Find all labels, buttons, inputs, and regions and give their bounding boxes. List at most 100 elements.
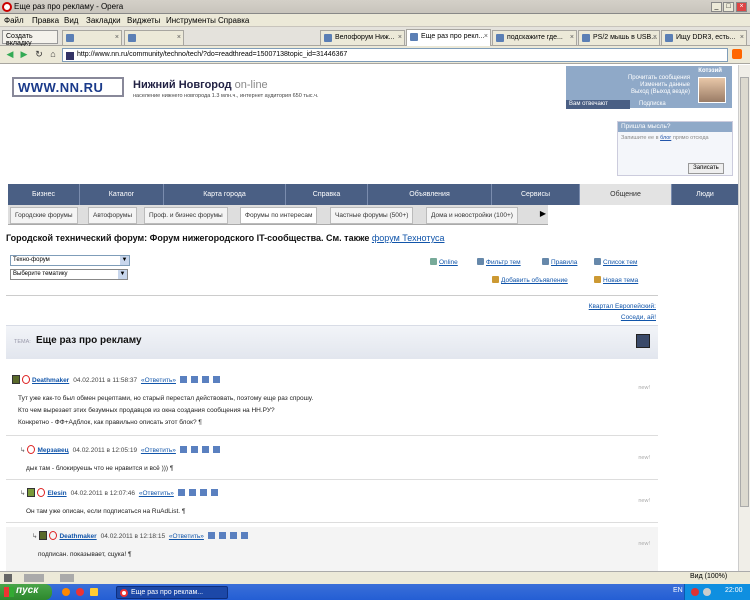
panel-toggle-icon[interactable] [4,574,12,582]
quarter-link[interactable]: Квартал Европейский: [589,301,656,312]
search-icon[interactable] [229,532,237,539]
tab-velo-forum[interactable]: Велофорум Ниж... × [320,30,405,45]
language-indicator[interactable]: EN [673,587,683,594]
more-arrow-icon[interactable]: ▶ [540,209,546,218]
tab-close-icon[interactable]: × [570,34,574,41]
tab-close-icon[interactable]: × [115,34,119,41]
subnav-city-forums[interactable]: Городские форумы [10,207,78,224]
post-author[interactable]: Мерзавец [37,447,68,454]
search-icon[interactable] [201,376,209,383]
menu-bookmarks[interactable]: Закладки [86,16,121,25]
tab-advice[interactable]: подскажите где... × [492,30,577,45]
rules-link[interactable]: Правила [542,258,577,266]
mail-icon[interactable] [179,446,187,453]
tab-subscription[interactable]: Подписка [636,100,686,109]
neighbors-link[interactable]: Соседи, ай! [589,312,656,323]
view-menu-icon[interactable] [24,574,44,582]
menu-file[interactable]: Файл [4,16,24,25]
arrow-icon[interactable] [212,376,220,383]
tab-close-icon[interactable]: × [740,34,744,41]
nav-people[interactable]: Люди [672,184,738,205]
tab-replies[interactable]: Вам отвечают [566,100,630,109]
tray-icon[interactable] [691,588,699,596]
read-messages-link[interactable]: Прочитать сообщения [628,75,690,82]
maximize-button[interactable]: □ [723,2,734,12]
filter-link[interactable]: Фильтр тем [477,258,521,266]
reply-link[interactable]: «Ответить» [139,490,174,497]
tab-close-icon[interactable]: × [653,34,657,41]
new-topic-link[interactable]: Новая тема [594,276,638,284]
technotus-forum-link[interactable]: форум Технотуса [372,233,445,243]
mail-icon[interactable] [177,489,185,496]
folder-icon[interactable] [90,588,98,596]
close-button[interactable]: × [736,2,747,12]
subnav-interest-forums[interactable]: Форумы по интересам [240,207,318,224]
grid-icon[interactable] [188,489,196,496]
rss-icon[interactable] [732,49,742,59]
logout-link[interactable]: Выход (Выход везде) [628,89,690,96]
arrow-icon[interactable] [240,532,248,539]
add-ad-link[interactable]: Добавить объявление [492,276,568,284]
author-icon[interactable] [636,334,650,348]
menu-widgets[interactable]: Виджеты [127,16,160,25]
avatar[interactable] [698,77,726,103]
edit-profile-link[interactable]: Изменить данные [628,82,690,89]
zoom-level[interactable]: Вид (100%) [690,573,727,580]
subnav-auto-forums[interactable]: Автофорумы [88,207,137,224]
vertical-scrollbar[interactable] [738,65,750,571]
grid-icon[interactable] [190,376,198,383]
post-author[interactable]: Deathmaker [59,533,96,540]
new-tab-button[interactable]: Создать вкладку [2,30,58,47]
tab-close-icon[interactable]: × [177,34,181,41]
write-button[interactable]: Записать [688,163,724,174]
nav-communication[interactable]: Общение [580,184,672,205]
tab-close-icon[interactable]: × [398,34,402,41]
nav-ads[interactable]: Объявления [368,184,492,205]
tab-1[interactable]: × [62,30,122,45]
arrow-icon[interactable] [212,446,220,453]
menu-tools[interactable]: Инструменты [166,16,216,25]
subnav-houses[interactable]: Дома и новостройки (100+) [426,207,518,224]
menu-view[interactable]: Вид [64,16,78,25]
tab-2[interactable]: × [124,30,184,45]
search-icon[interactable] [201,446,209,453]
site-logo[interactable]: WWW.NN.RU [12,77,124,97]
nav-catalog[interactable]: Каталог [80,184,164,205]
grid-icon[interactable] [190,446,198,453]
menu-edit[interactable]: Правка [32,16,59,25]
volume-icon[interactable] [703,588,711,596]
tab-active[interactable]: Еще раз про рекл... × [406,29,491,46]
url-input[interactable]: http://www.nn.ru/community/techno/tech/?… [62,48,728,62]
grid-icon[interactable] [218,532,226,539]
topic-list-link[interactable]: Список тем [594,258,637,266]
theme-select[interactable]: Выберите тематику ▼ [10,269,128,280]
reply-link[interactable]: «Ответить» [141,377,176,384]
back-icon[interactable]: ◀ [4,49,16,61]
scroll-thumb[interactable] [740,77,749,507]
nav-services[interactable]: Сервисы [492,184,580,205]
forward-icon[interactable]: ▶ [18,49,30,61]
opera-quicklaunch-icon[interactable] [76,588,84,596]
firefox-icon[interactable] [62,588,70,596]
nav-reference[interactable]: Справка [286,184,368,205]
search-icon[interactable] [199,489,207,496]
username[interactable]: Котэзий [698,68,722,74]
reply-link[interactable]: «Ответить» [141,447,176,454]
mail-icon[interactable] [207,532,215,539]
arrow-icon[interactable] [210,489,218,496]
blog-link[interactable]: блог [660,135,671,141]
menu-help[interactable]: Справка [218,16,249,25]
home-icon[interactable]: ⌂ [47,49,59,61]
reload-icon[interactable]: ↻ [33,49,45,61]
post-author[interactable]: Deathmaker [32,377,69,384]
nav-city-map[interactable]: Карта города [164,184,286,205]
subnav-private-forums[interactable]: Частные форумы (500+) [330,207,414,224]
online-link[interactable]: Online [430,258,458,266]
taskbar-opera-window[interactable]: Еще раз про реклам... [116,586,228,599]
minimize-button[interactable]: _ [711,2,722,12]
settings-icon[interactable] [60,574,74,582]
subnav-business-forums[interactable]: Проф. и бизнес форумы [144,207,228,224]
tab-ddr3[interactable]: Ищу DDR3, есть... × [661,30,747,45]
forum-select[interactable]: Техно-форум ▼ [10,255,130,266]
tab-ps2[interactable]: PS/2 мышь в USB... × [578,30,660,45]
